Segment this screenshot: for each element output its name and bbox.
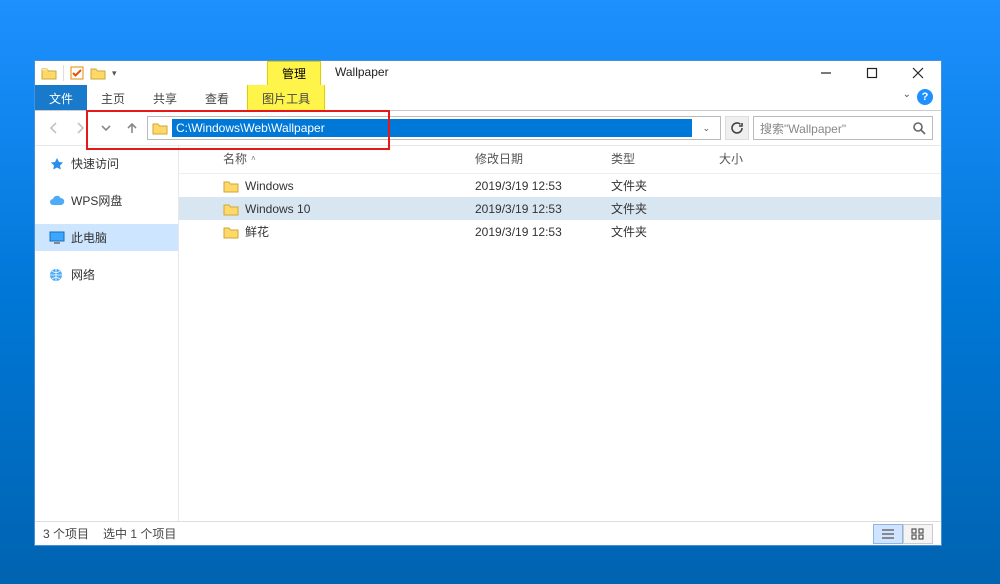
explorer-window: ▾ 管理 Wallpaper 文件 主页 共享 查看 图片工具 ⌄ ? ⌄ — [34, 60, 942, 546]
qat-dropdown-icon[interactable]: ▾ — [112, 68, 117, 79]
help-icon[interactable]: ? — [917, 89, 933, 105]
refresh-button[interactable] — [725, 116, 749, 140]
minimize-button[interactable] — [803, 61, 849, 85]
title-bar: ▾ 管理 Wallpaper — [35, 61, 941, 85]
sidebar-item-this-pc[interactable]: 此电脑 — [35, 224, 178, 251]
sidebar-item-label: 此电脑 — [71, 229, 107, 246]
tab-view[interactable]: 查看 — [191, 85, 243, 110]
qat-separator — [63, 65, 64, 81]
window-controls — [803, 61, 941, 85]
sidebar-item-label: WPS网盘 — [71, 192, 122, 209]
ribbon-expand-icon[interactable]: ⌄ — [903, 89, 911, 100]
file-name: 鲜花 — [245, 223, 269, 240]
file-type: 文件夹 — [611, 200, 719, 217]
folder-icon — [223, 179, 239, 193]
address-bar[interactable]: ⌄ — [147, 116, 721, 140]
column-headers[interactable]: 名称˄ 修改日期 类型 大小 — [179, 146, 941, 174]
sort-caret-icon: ˄ — [251, 154, 256, 163]
sidebar-item-quick-access[interactable]: 快速访问 — [35, 150, 178, 177]
ribbon-context-tab[interactable]: 管理 — [267, 61, 321, 85]
file-type: 文件夹 — [611, 223, 719, 240]
file-row[interactable]: Windows 2019/3/19 12:53 文件夹 — [179, 174, 941, 197]
sidebar-item-wps-cloud[interactable]: WPS网盘 — [35, 187, 178, 214]
sidebar-item-label: 网络 — [71, 266, 95, 283]
column-modified: 修改日期 — [475, 150, 611, 167]
address-input[interactable] — [172, 119, 692, 137]
star-icon — [49, 157, 65, 171]
globe-icon — [49, 268, 65, 282]
file-tab[interactable]: 文件 — [35, 85, 87, 110]
close-button[interactable] — [895, 61, 941, 85]
file-modified: 2019/3/19 12:53 — [475, 179, 611, 193]
search-placeholder: 搜索"Wallpaper" — [760, 120, 846, 137]
maximize-button[interactable] — [849, 61, 895, 85]
status-selection: 选中 1 个项目 — [103, 525, 176, 542]
folder-icon — [152, 121, 168, 135]
folder-icon[interactable] — [90, 66, 106, 80]
search-icon — [912, 121, 926, 135]
cloud-icon — [49, 194, 65, 208]
file-name: Windows 10 — [245, 202, 310, 216]
address-row: ⌄ 搜索"Wallpaper" — [35, 111, 941, 145]
sidebar-item-label: 快速访问 — [71, 155, 119, 172]
status-bar: 3 个项目 选中 1 个项目 — [35, 521, 941, 545]
file-modified: 2019/3/19 12:53 — [475, 225, 611, 239]
view-icons-button[interactable] — [903, 524, 933, 544]
file-list: 名称˄ 修改日期 类型 大小 Windows 2019/3/19 12:53 文… — [179, 146, 941, 521]
folder-icon — [41, 66, 57, 80]
monitor-icon — [49, 231, 65, 245]
window-title: Wallpaper — [335, 65, 389, 79]
tab-image-tools[interactable]: 图片工具 — [247, 85, 325, 110]
nav-forward-button[interactable] — [69, 117, 91, 139]
file-type: 文件夹 — [611, 177, 719, 194]
status-item-count: 3 个项目 — [43, 525, 89, 542]
column-type: 类型 — [611, 150, 719, 167]
tab-share[interactable]: 共享 — [139, 85, 191, 110]
address-dropdown-icon[interactable]: ⌄ — [696, 123, 716, 134]
navigation-pane: 快速访问 WPS网盘 此电脑 网络 — [35, 146, 179, 521]
content-area: 快速访问 WPS网盘 此电脑 网络 名称˄ 修改日期 类型 — [35, 145, 941, 521]
quick-access-toolbar: ▾ — [35, 65, 123, 81]
tab-home[interactable]: 主页 — [87, 85, 139, 110]
file-modified: 2019/3/19 12:53 — [475, 202, 611, 216]
search-box[interactable]: 搜索"Wallpaper" — [753, 116, 933, 140]
sidebar-item-network[interactable]: 网络 — [35, 261, 178, 288]
nav-up-button[interactable] — [121, 117, 143, 139]
nav-recent-dropdown[interactable] — [95, 117, 117, 139]
file-row[interactable]: Windows 10 2019/3/19 12:53 文件夹 — [179, 197, 941, 220]
view-details-button[interactable] — [873, 524, 903, 544]
nav-back-button[interactable] — [43, 117, 65, 139]
file-row[interactable]: 鲜花 2019/3/19 12:53 文件夹 — [179, 220, 941, 243]
column-size: 大小 — [719, 150, 799, 167]
folder-icon — [223, 202, 239, 216]
folder-icon — [223, 225, 239, 239]
column-name: 名称˄ — [223, 150, 475, 167]
ribbon: 文件 主页 共享 查看 图片工具 ⌄ ? — [35, 85, 941, 111]
checkmark-icon[interactable] — [70, 66, 84, 80]
view-mode-buttons — [873, 524, 933, 544]
file-name: Windows — [245, 179, 294, 193]
